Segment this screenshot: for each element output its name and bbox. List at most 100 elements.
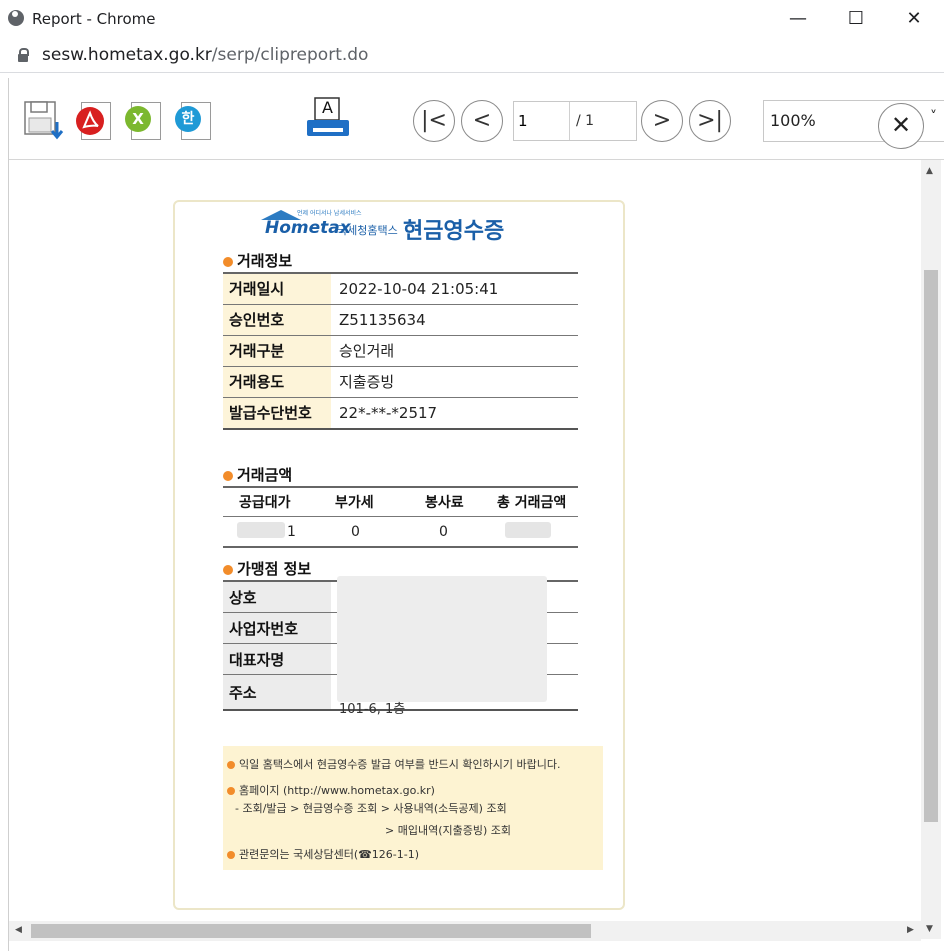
row-label: 거래일시 [223, 274, 331, 304]
section-title: 가맹점 정보 [237, 560, 312, 578]
hwp-export-icon[interactable]: 한 [175, 100, 211, 140]
prev-page-button[interactable]: < [461, 100, 503, 142]
row-label: 거래용도 [223, 367, 331, 397]
section-title: 거래금액 [237, 466, 293, 484]
zoom-close-button[interactable]: ✕ [878, 103, 924, 149]
save-icon[interactable] [23, 100, 64, 140]
vertical-scrollbar[interactable]: ▲ ▼ [921, 160, 941, 939]
scroll-right-icon[interactable]: ▶ [907, 925, 914, 935]
row-label: 거래구분 [223, 336, 331, 366]
page-total: / 1 [576, 113, 595, 129]
amount-header: 공급대가 [239, 495, 291, 511]
row-label: 상호 [223, 582, 331, 612]
vertical-scroll-thumb[interactable] [924, 270, 938, 822]
viewer-toolbar: X 한 A |< < / 1 > >| 100% ✕ ˅ [9, 78, 944, 160]
excel-glyph: X [125, 106, 151, 132]
minimize-button[interactable]: — [780, 6, 816, 32]
hometax-logo: 언제 어디서나 납세서비스 Hometax 국세청홈택스 현금영수증 [261, 210, 561, 244]
bullet-dot [223, 564, 233, 575]
url-domain: sesw.hometax.go.kr [42, 45, 212, 65]
zoom-value: 100% [770, 111, 816, 130]
bullet-dot [223, 470, 233, 481]
receipt-title: 현금영수증 [403, 219, 505, 244]
notice-text: > 매입내역(지출증빙) 조회 [385, 824, 511, 837]
window-title: Report - Chrome [32, 10, 156, 28]
divider [223, 486, 578, 488]
notice-text: 관련문의는 국세상담센터(☎126-1-1) [239, 848, 420, 861]
scroll-left-icon[interactable]: ◀ [15, 925, 22, 935]
row-value: 지출증빙 [339, 373, 395, 391]
excel-export-icon[interactable]: X [125, 100, 161, 140]
address-tail: 101-6, 1층 [339, 702, 406, 717]
row-label: 대표자명 [223, 644, 331, 674]
last-page-button[interactable]: >| [689, 100, 731, 142]
notice-line: 관련문의는 국세상담센터(☎126-1-1) [227, 846, 419, 862]
bullet-dot [227, 787, 235, 795]
cash-receipt: 언제 어디서나 납세서비스 Hometax 국세청홈택스 현금영수증 거래정보 … [173, 200, 625, 910]
amount-value: 0 [439, 524, 448, 540]
scroll-down-icon[interactable]: ▼ [926, 924, 933, 934]
globe-icon [8, 10, 24, 26]
chevron-down-icon[interactable]: ˅ [930, 109, 937, 125]
lock-icon [18, 48, 29, 62]
row-label: 주소 [223, 675, 331, 709]
report-content: 언제 어디서나 납세서비스 Hometax 국세청홈택스 현금영수증 거래정보 … [9, 160, 921, 922]
amount-value: 1 [287, 524, 296, 540]
notice-text: - 조회/발급 > 현금영수증 조회 > 사용내역(소득공제) 조회 [235, 802, 507, 815]
horizontal-scroll-thumb[interactable] [31, 924, 591, 938]
horizontal-scrollbar[interactable]: ◀ ▶ [9, 921, 921, 941]
notice-line: 홈페이지 (http://www.hometax.go.kr) [227, 782, 435, 798]
logo-agency: 국세청홈택스 [337, 224, 398, 237]
row-value: 22*-**-*2517 [339, 404, 438, 422]
notice-box: 익일 홈택스에서 현금영수증 발급 여부를 반드시 확인하시기 바랍니다. 홈페… [223, 746, 603, 870]
next-page-button[interactable]: > [641, 100, 683, 142]
info-row: 발급수단번호 22*-**-*2517 [223, 398, 578, 430]
section-amount: 거래금액 [223, 464, 292, 485]
info-row: 거래일시 2022-10-04 21:05:41 [223, 274, 578, 305]
redacted-value [237, 522, 285, 538]
page-indicator: / 1 [513, 101, 637, 141]
url-text[interactable]: sesw.hometax.go.kr/serp/clipreport.do [42, 45, 368, 65]
info-row: 거래구분 승인거래 [223, 336, 578, 367]
amount-header: 봉사료 [425, 495, 464, 511]
pdf-export-icon[interactable] [75, 100, 111, 140]
row-label: 승인번호 [223, 305, 331, 335]
maximize-button[interactable]: ☐ [838, 6, 874, 32]
divider [223, 546, 578, 548]
close-button[interactable]: ✕ [896, 6, 932, 32]
amount-header: 총 거래금액 [497, 495, 567, 511]
page-number-input[interactable] [514, 102, 570, 140]
row-value: Z51135634 [339, 311, 426, 329]
scroll-up-icon[interactable]: ▲ [926, 166, 933, 176]
report-viewer: X 한 A |< < / 1 > >| 100% ✕ ˅ [8, 78, 944, 951]
address-bar[interactable]: sesw.hometax.go.kr/serp/clipreport.do [0, 38, 944, 73]
notice-text: 홈페이지 (http://www.hometax.go.kr) [239, 784, 435, 797]
bullet-dot [223, 256, 233, 267]
section-transaction-info: 거래정보 [223, 250, 292, 271]
window-titlebar: Report - Chrome — ☐ ✕ [0, 0, 944, 38]
notice-text: 익일 홈택스에서 현금영수증 발급 여부를 반드시 확인하시기 바랍니다. [239, 758, 561, 771]
section-merchant: 가맹점 정보 [223, 558, 311, 579]
divider [223, 516, 578, 517]
row-label: 발급수단번호 [223, 398, 331, 428]
zoom-select[interactable]: 100% ✕ ˅ [763, 100, 944, 149]
section-title: 거래정보 [237, 252, 293, 270]
row-label: 사업자번호 [223, 613, 331, 643]
bullet-dot [227, 851, 235, 859]
amount-header: 부가세 [335, 495, 374, 511]
redacted-value [505, 522, 551, 538]
logo-tagline: 언제 어디서나 납세서비스 [297, 210, 362, 217]
hwp-glyph: 한 [175, 106, 201, 132]
url-path: /serp/clipreport.do [211, 45, 369, 65]
print-icon[interactable]: A [305, 96, 353, 144]
bullet-dot [227, 761, 235, 769]
row-value: 2022-10-04 21:05:41 [339, 280, 499, 298]
notice-line: 익일 홈택스에서 현금영수증 발급 여부를 반드시 확인하시기 바랍니다. [227, 756, 560, 772]
amount-value: 0 [351, 524, 360, 540]
info-row: 거래용도 지출증빙 [223, 367, 578, 398]
first-page-button[interactable]: |< [413, 100, 455, 142]
redacted-merchant-info [337, 576, 547, 702]
info-row: 승인번호 Z51135634 [223, 305, 578, 336]
row-value: 승인거래 [339, 342, 395, 360]
print-glyph: A [322, 98, 333, 117]
